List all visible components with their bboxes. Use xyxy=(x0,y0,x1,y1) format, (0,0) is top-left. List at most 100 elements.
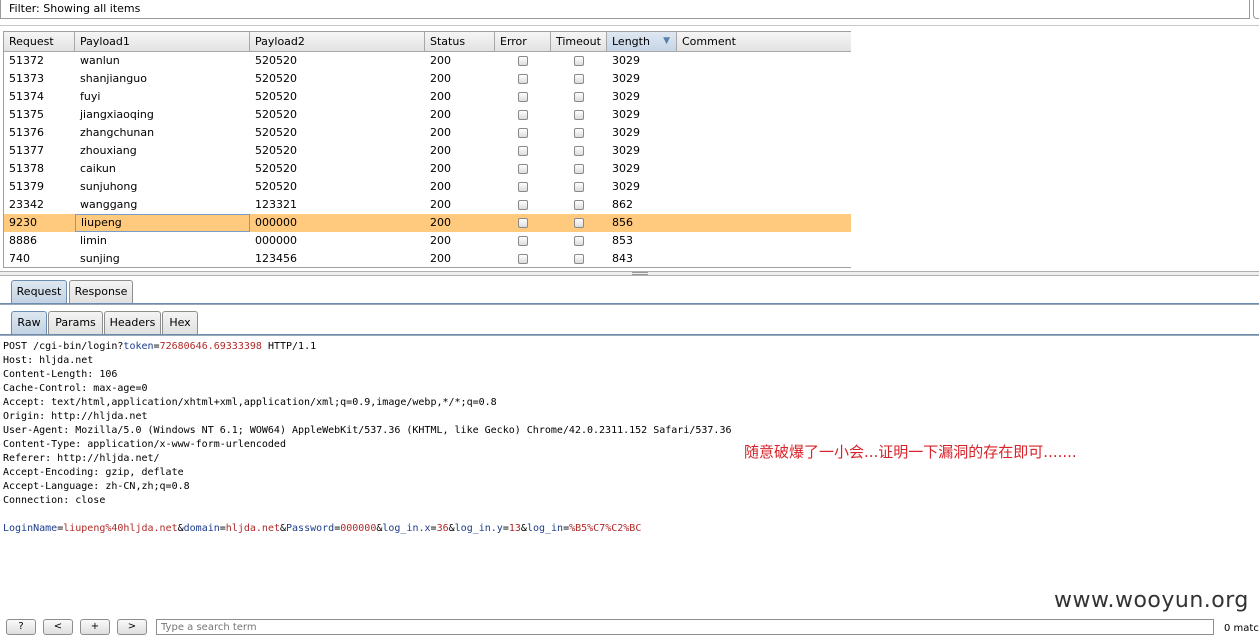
tab-hex[interactable]: Hex xyxy=(162,311,198,335)
table-row[interactable]: 51376 zhangchunan 520520 200 3029 xyxy=(4,124,851,142)
cell-comment xyxy=(677,142,851,160)
timeout-checkbox[interactable] xyxy=(574,200,584,210)
timeout-checkbox[interactable] xyxy=(574,74,584,84)
table-row[interactable]: 9230 liupeng 000000 200 856 xyxy=(4,214,851,232)
cell-request: 51376 xyxy=(9,126,44,139)
table-body: 51372 wanlun 520520 200 3029 51373 shanjianguo… xyxy=(4,52,851,267)
timeout-checkbox[interactable] xyxy=(574,218,584,228)
column-header-request[interactable]: Request xyxy=(4,32,75,51)
cell-payload1: zhouxiang xyxy=(80,144,137,157)
cell-payload1: wanlun xyxy=(80,54,120,67)
tab-response[interactable]: Response xyxy=(69,280,133,304)
subtab-underline xyxy=(0,334,1259,336)
search-box[interactable] xyxy=(156,619,1214,635)
timeout-checkbox[interactable] xyxy=(574,92,584,102)
next-button[interactable]: > xyxy=(117,619,147,635)
cell-payload1: jiangxiaoqing xyxy=(80,108,154,121)
body-param-value: hljda.net xyxy=(225,523,280,534)
tab-request[interactable]: Request xyxy=(11,280,67,304)
search-input[interactable] xyxy=(157,620,1205,635)
body-param-value: liupeng%40hljda.net xyxy=(63,523,178,534)
column-header-payload1[interactable]: Payload1 xyxy=(75,32,250,51)
table-row[interactable]: 51378 caikun 520520 200 3029 xyxy=(4,160,851,178)
request-headers: Host: hljda.net Content-Length: 106 Cache-… xyxy=(3,354,1253,508)
cell-length: 862 xyxy=(612,198,633,211)
bottom-search-bar: ? < + > 0 matches xyxy=(0,619,1259,635)
column-header-comment[interactable]: Comment xyxy=(677,32,851,51)
cell-length: 3029 xyxy=(612,72,640,85)
timeout-checkbox[interactable] xyxy=(574,236,584,246)
error-checkbox[interactable] xyxy=(518,236,528,246)
raw-request-editor[interactable]: POST /cgi-bin/login?token=72680646.69333… xyxy=(3,340,1253,536)
cell-payload2: 520520 xyxy=(255,144,297,157)
tab-raw[interactable]: Raw xyxy=(11,311,47,335)
error-checkbox[interactable] xyxy=(518,218,528,228)
timeout-checkbox[interactable] xyxy=(574,128,584,138)
column-header-payload2[interactable]: Payload2 xyxy=(250,32,425,51)
table-row[interactable]: 23342 wanggang 123321 200 862 xyxy=(4,196,851,214)
error-checkbox[interactable] xyxy=(518,146,528,156)
error-checkbox[interactable] xyxy=(518,128,528,138)
table-row[interactable]: 51374 fuyi 520520 200 3029 xyxy=(4,88,851,106)
cell-comment xyxy=(677,232,851,250)
cell-status: 200 xyxy=(430,234,451,247)
match-count: 0 matches xyxy=(1224,623,1259,634)
cell-payload2: 520520 xyxy=(255,72,297,85)
error-checkbox[interactable] xyxy=(518,164,528,174)
cell-status: 200 xyxy=(430,198,451,211)
timeout-checkbox[interactable] xyxy=(574,56,584,66)
pane-splitter[interactable] xyxy=(0,271,1259,276)
header-line: Host: hljda.net xyxy=(3,355,94,366)
column-header-status[interactable]: Status xyxy=(425,32,495,51)
tab-headers[interactable]: Headers xyxy=(104,311,161,335)
column-header-error[interactable]: Error xyxy=(495,32,551,51)
error-checkbox[interactable] xyxy=(518,110,528,120)
table-row[interactable]: 51373 shanjianguo 520520 200 3029 xyxy=(4,70,851,88)
table-row[interactable]: 51377 zhouxiang 520520 200 3029 xyxy=(4,142,851,160)
query-param-value: 72680646.69333398 xyxy=(159,341,262,352)
cell-payload2: 520520 xyxy=(255,126,297,139)
error-checkbox[interactable] xyxy=(518,254,528,264)
error-checkbox[interactable] xyxy=(518,56,528,66)
table-row[interactable]: 51375 jiangxiaoqing 520520 200 3029 xyxy=(4,106,851,124)
splitter-grip-icon[interactable] xyxy=(632,272,648,275)
body-param-value: 13 xyxy=(508,523,521,534)
header-line: Connection: close xyxy=(3,495,106,506)
column-header-timeout[interactable]: Timeout xyxy=(551,32,607,51)
table-row[interactable]: 740 sunjing 123456 200 843 xyxy=(4,250,851,267)
timeout-checkbox[interactable] xyxy=(574,182,584,192)
filter-bar[interactable]: Filter: Showing all items xyxy=(0,0,1250,19)
cell-status: 200 xyxy=(430,72,451,85)
table-row[interactable]: 51372 wanlun 520520 200 3029 xyxy=(4,52,851,70)
previous-button[interactable]: < xyxy=(43,619,73,635)
cell-status: 200 xyxy=(430,126,451,139)
cell-payload1: caikun xyxy=(80,162,116,175)
table-row[interactable]: 8886 limin 000000 200 853 xyxy=(4,232,851,250)
cell-comment xyxy=(677,250,851,267)
body-param-value: %B5%C7%C2%BC xyxy=(569,523,642,534)
add-button[interactable]: + xyxy=(80,619,110,635)
cell-request: 51375 xyxy=(9,108,44,121)
timeout-checkbox[interactable] xyxy=(574,146,584,156)
cell-length: 3029 xyxy=(612,108,640,121)
cell-request: 51374 xyxy=(9,90,44,103)
results-table[interactable]: Request Payload1 Payload2 Status Error T… xyxy=(3,31,851,268)
timeout-checkbox[interactable] xyxy=(574,164,584,174)
tab-params[interactable]: Params xyxy=(48,311,103,335)
error-checkbox[interactable] xyxy=(518,92,528,102)
column-header-length[interactable]: Length ▼ xyxy=(607,32,677,51)
error-checkbox[interactable] xyxy=(518,200,528,210)
error-checkbox[interactable] xyxy=(518,182,528,192)
header-line: Cache-Control: max-age=0 xyxy=(3,383,148,394)
cell-length: 3029 xyxy=(612,144,640,157)
cell-payload1: shanjianguo xyxy=(80,72,147,85)
cell-status: 200 xyxy=(430,90,451,103)
table-row[interactable]: 51379 sunjuhong 520520 200 3029 xyxy=(4,178,851,196)
timeout-checkbox[interactable] xyxy=(574,254,584,264)
help-button[interactable]: ? xyxy=(6,619,36,635)
timeout-checkbox[interactable] xyxy=(574,110,584,120)
cell-payload2: 520520 xyxy=(255,108,297,121)
cell-length: 3029 xyxy=(612,180,640,193)
cell-request: 9230 xyxy=(9,216,37,229)
error-checkbox[interactable] xyxy=(518,74,528,84)
